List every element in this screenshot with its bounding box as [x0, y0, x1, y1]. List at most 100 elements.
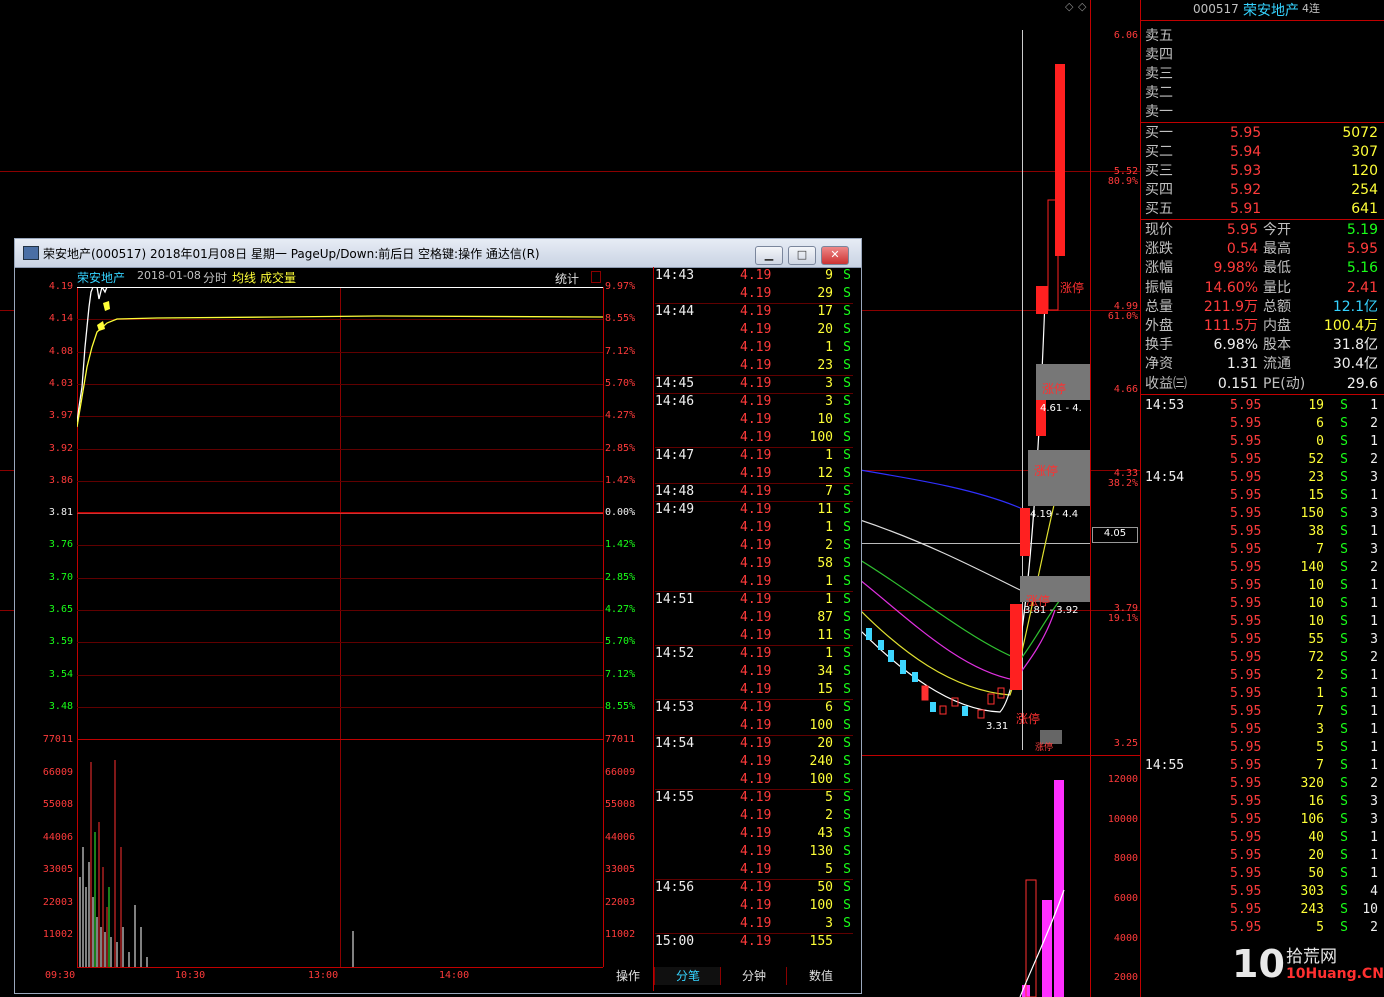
tab-ticks[interactable]: 分笔 — [654, 967, 721, 985]
tick-side: S — [843, 808, 851, 823]
tick-time: 14:43 — [655, 268, 695, 283]
tick-price: 5.95 — [1230, 812, 1262, 827]
limit-up-label: 涨停 — [1042, 382, 1067, 396]
tick-count: 1 — [1370, 740, 1378, 755]
tick-volume: 1 — [825, 574, 833, 589]
quote-key: 涨幅 — [1145, 260, 1173, 277]
percent-tick: 2.85% — [605, 571, 636, 583]
stock-code: 000517 — [1193, 2, 1239, 16]
tick-count: 1 — [1370, 830, 1378, 845]
tick-volume: 15 — [1308, 488, 1324, 503]
tab-minutes[interactable]: 分钟 — [720, 967, 787, 985]
tick-price: 4.19 — [740, 718, 772, 733]
tick-count: 3 — [1370, 470, 1378, 485]
popup-tick-row: 14:53 4.19 6 S — [655, 699, 853, 717]
tick-row: 5.95 6 S 2 — [1145, 414, 1380, 433]
window-titlebar[interactable]: 荣安地产(000517) 2018年01月08日 星期一 PageUp/Down… — [15, 239, 861, 268]
tick-row: 5.95 7 S 1 — [1145, 702, 1380, 721]
chart-stock-name: 荣安地产 — [77, 271, 126, 285]
tick-price: 4.19 — [740, 412, 772, 427]
volume-tick: 22003 — [42, 896, 73, 908]
close-button[interactable]: ✕ — [821, 246, 849, 265]
price-tick: 3.81 — [48, 507, 73, 519]
tick-price: 4.19 — [740, 808, 772, 823]
tick-volume: 11 — [817, 502, 833, 517]
tab-operate[interactable]: 操作 — [603, 967, 653, 985]
stock-name: 荣安地产 — [1243, 3, 1299, 19]
axis-volume: 4000 — [1113, 933, 1138, 944]
tick-price: 4.19 — [740, 574, 772, 589]
tick-side: S — [1340, 740, 1348, 755]
quote-key: PE(动) — [1263, 375, 1306, 392]
tick-price: 4.19 — [740, 646, 772, 661]
price-tick: 3.97 — [48, 410, 73, 422]
tick-price: 4.19 — [740, 700, 772, 715]
intraday-window[interactable]: 荣安地产(000517) 2018年01月08日 星期一 PageUp/Down… — [14, 238, 862, 994]
tick-side: S — [1340, 884, 1348, 899]
tick-side: S — [843, 700, 851, 715]
tick-price: 5.95 — [1230, 398, 1262, 413]
tick-row: 5.95 7 S 3 — [1145, 540, 1380, 559]
tick-row: 5.95 40 S 1 — [1145, 828, 1380, 847]
diamond-icon[interactable]: ◇ — [1065, 0, 1073, 13]
popup-tick-row: 14:52 4.19 1 S — [655, 645, 853, 663]
tick-side: S — [1340, 398, 1348, 413]
axis-percent: 80.9% — [1107, 176, 1138, 187]
quote-key: 最高 — [1263, 241, 1291, 258]
tick-side: S — [843, 916, 851, 931]
quote-value: 100.4万 — [1323, 318, 1378, 334]
tick-volume: 303 — [1300, 884, 1324, 899]
tick-price: 5.95 — [1230, 632, 1262, 647]
tick-time: 14:46 — [655, 394, 695, 409]
tick-volume: 100 — [809, 772, 833, 787]
tick-row: 5.95 50 S 1 — [1145, 864, 1380, 883]
percent-tick: 5.70% — [605, 636, 636, 648]
quote-value: 1.31 — [1226, 356, 1258, 373]
tick-count: 1 — [1370, 434, 1378, 449]
quote-key: 量比 — [1263, 279, 1291, 296]
tick-price: 4.19 — [740, 520, 772, 535]
chart-date: 2018-01-08 — [137, 269, 201, 282]
popup-tick-row: 4.19 34 S — [655, 663, 853, 681]
tick-time: 14:49 — [655, 502, 695, 517]
quote-value: 30.4亿 — [1332, 356, 1378, 373]
tick-side: S — [843, 286, 851, 301]
tick-time: 14:44 — [655, 304, 695, 319]
tick-price: 5.95 — [1230, 704, 1262, 719]
tick-side: S — [843, 448, 851, 463]
quote-row: 现价 5.95 今开 5.19 — [1145, 221, 1380, 240]
percent-tick: 7.12% — [605, 668, 636, 680]
tick-separator — [655, 933, 853, 934]
triangle-icon[interactable]: ◇ — [1078, 0, 1086, 13]
minimize-button[interactable]: ▁ — [755, 246, 783, 265]
quote-key: 涨跌 — [1145, 241, 1173, 258]
tick-price: 4.19 — [740, 790, 772, 805]
app-icon — [23, 246, 39, 260]
volume-tick-right: 11002 — [605, 929, 636, 940]
popup-tick-row: 4.19 2 S — [655, 537, 853, 555]
quote-row: 换手 6.98% 股本 31.8亿 — [1145, 336, 1380, 355]
maximize-button[interactable]: □ — [788, 246, 816, 265]
price-tick: 3.92 — [48, 442, 73, 454]
tick-side: S — [1340, 776, 1348, 791]
tick-price: 5.95 — [1230, 830, 1262, 845]
quote-value: 14.60% — [1204, 279, 1258, 296]
tick-volume: 10 — [1308, 596, 1324, 611]
tick-price: 4.19 — [740, 448, 772, 463]
tick-price: 5.95 — [1230, 740, 1262, 755]
ask-row: 卖三 — [1145, 66, 1173, 82]
tick-time: 14:53 — [1145, 398, 1185, 413]
stat-toggle-icon[interactable] — [591, 271, 601, 283]
limit-up-label: 涨停 — [1060, 281, 1085, 295]
tick-side: S — [1340, 848, 1348, 863]
stat-button[interactable]: 统计 — [555, 270, 579, 287]
popup-tick-row: 4.19 100 S — [655, 429, 853, 447]
volume-label: 成交量 — [260, 271, 297, 285]
axis-percent: 38.2% — [1107, 478, 1138, 489]
tick-price: 4.19 — [740, 862, 772, 877]
tick-volume: 34 — [817, 664, 833, 679]
tick-side: S — [1340, 470, 1348, 485]
tab-values[interactable]: 数值 — [786, 967, 855, 985]
ask-row: 卖一 — [1145, 104, 1173, 120]
tick-volume: 7 — [1316, 542, 1324, 557]
